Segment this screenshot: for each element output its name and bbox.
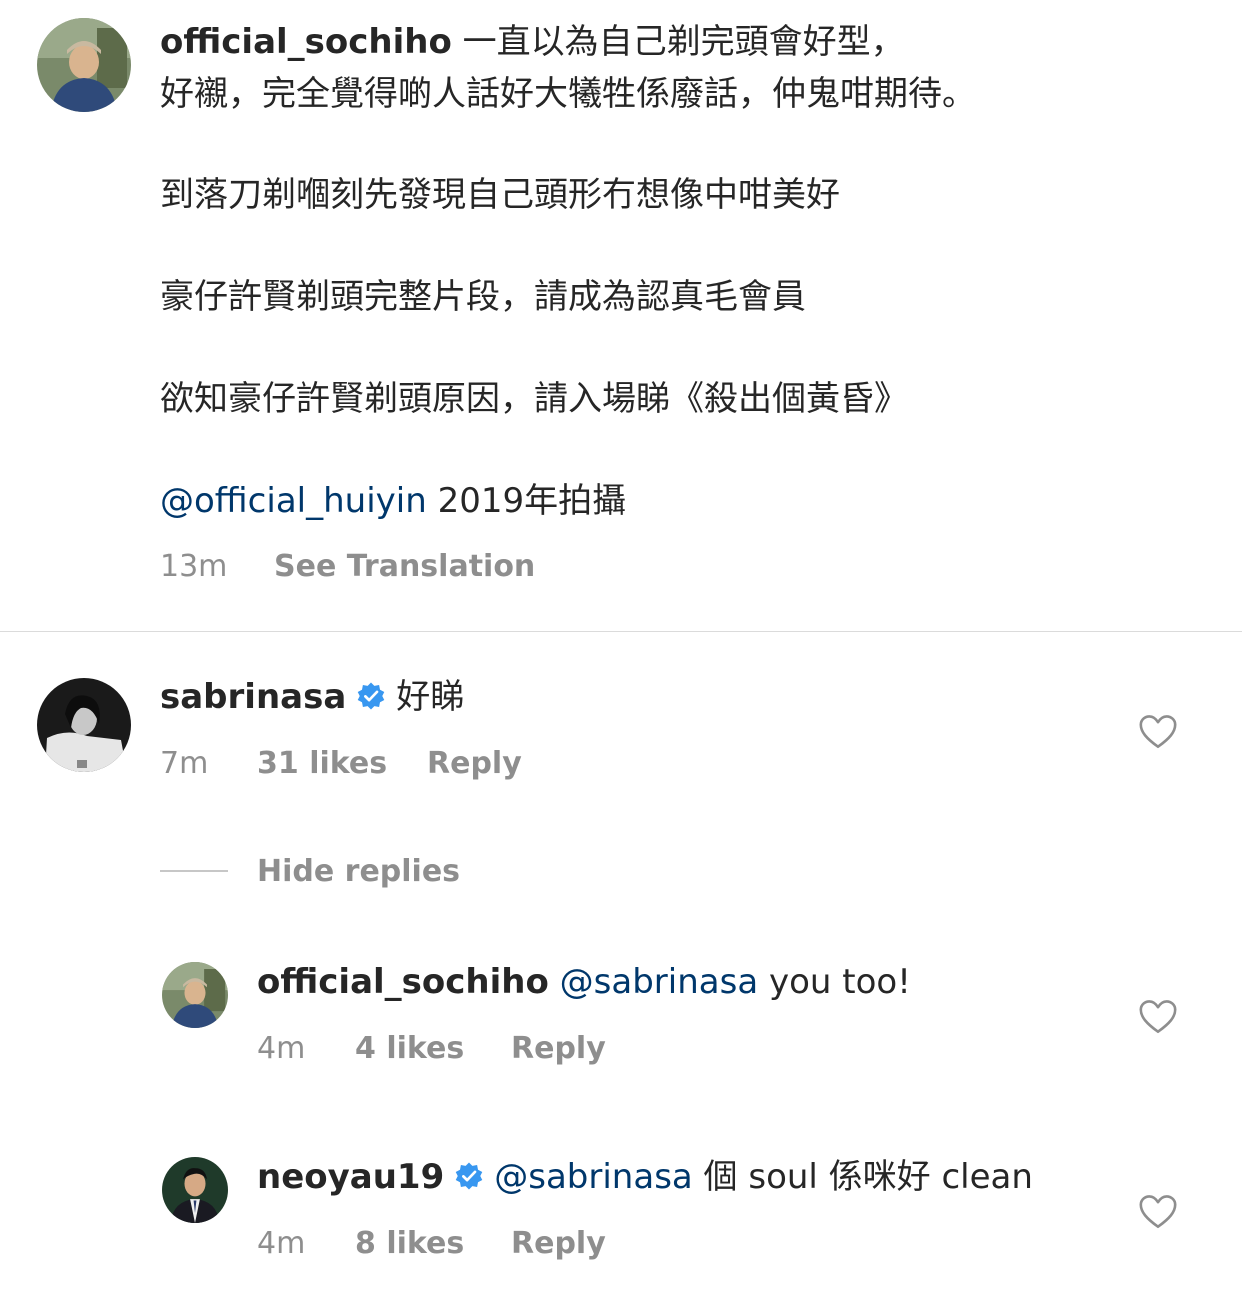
reply-button[interactable]: Reply <box>511 1224 606 1264</box>
heart-outline-icon[interactable] <box>1138 999 1178 1035</box>
reply-mention[interactable]: @sabrinasa <box>494 1157 693 1197</box>
caption-time: 13m <box>160 549 228 584</box>
reply-likes[interactable]: 4 likes <box>355 1029 464 1069</box>
reply-1-text-row: official_sochiho @sabrinasa you too! <box>257 960 911 1004</box>
reply-mention[interactable]: @sabrinasa <box>560 962 759 1002</box>
reply-button[interactable]: Reply <box>511 1029 606 1069</box>
reply-time: 4m <box>257 1226 306 1261</box>
avatar-sabrinasa[interactable] <box>37 678 131 772</box>
reply-2-text-row: neoyau19 @sabrinasa 個 soul 係咪好 clean <box>257 1155 1033 1199</box>
verified-badge-icon <box>454 1161 484 1191</box>
reply-time: 4m <box>257 1031 306 1066</box>
caption-line-5: 欲知豪仔許賢剃頭原因，請入場睇《殺出個黃昏》 <box>160 379 908 419</box>
comment-text: 好睇 <box>396 677 465 717</box>
reply-button[interactable]: Reply <box>427 744 522 784</box>
hide-replies-line <box>160 870 228 872</box>
reply-username[interactable]: neoyau19 <box>257 1157 444 1197</box>
reply-text: 個 soul 係咪好 clean <box>692 1157 1033 1197</box>
caption-line-6-text: 2019年拍攝 <box>426 481 627 521</box>
heart-outline-icon[interactable] <box>1138 1194 1178 1230</box>
hide-replies-button[interactable]: Hide replies <box>257 852 460 892</box>
caption-line-3: 到落刀剃嗰刻先發現自己頭形冇想像中咁美好 <box>160 175 840 215</box>
divider <box>0 631 1242 632</box>
comment-time: 7m <box>160 746 209 781</box>
caption-line-4: 豪仔許賢剃頭完整片段，請成為認真毛會員 <box>160 277 806 317</box>
caption-text: 一直以為自己剃完頭會好型， <box>462 22 905 62</box>
comment-sabrinasa-text-row: sabrinasa 好睇 <box>160 675 464 719</box>
caption-mention[interactable]: @official_huiyin <box>160 481 427 521</box>
reply-likes[interactable]: 8 likes <box>355 1224 464 1264</box>
caption-line-6: @official_huiyin 2019年拍攝 <box>160 479 626 523</box>
heart-outline-icon[interactable] <box>1138 714 1178 750</box>
caption-line-1: official_sochiho 一直以為自己剃完頭會好型， <box>160 20 905 64</box>
avatar-official-sochiho[interactable] <box>37 18 131 112</box>
comment-likes[interactable]: 31 likes <box>257 744 387 784</box>
see-translation-button[interactable]: See Translation <box>274 547 535 587</box>
reply-username[interactable]: official_sochiho <box>257 962 549 1002</box>
comment-username[interactable]: sabrinasa <box>160 677 346 717</box>
caption-username[interactable]: official_sochiho <box>160 22 452 62</box>
reply-text: you too! <box>758 962 911 1002</box>
caption-line-2: 好襯，完全覺得啲人話好大犧牲係廢話，仲鬼咁期待。 <box>160 74 976 114</box>
verified-badge-icon <box>356 681 386 711</box>
avatar-neoyau19[interactable] <box>162 1157 228 1223</box>
avatar-official-sochiho-reply[interactable] <box>162 962 228 1028</box>
